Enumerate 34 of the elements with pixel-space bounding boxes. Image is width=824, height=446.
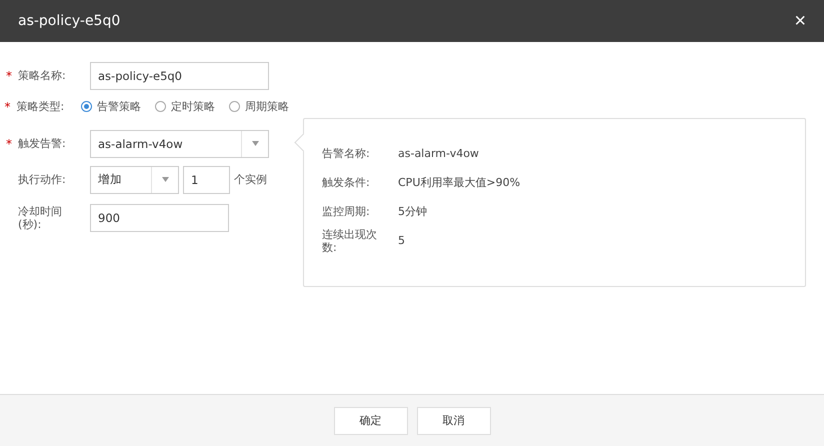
- caret-icon: [162, 177, 168, 182]
- detail-value: 5: [398, 234, 405, 247]
- field-label: 执行动作:: [18, 173, 67, 186]
- detail-value: CPU利用率最大值>90%: [398, 175, 520, 190]
- confirm-button[interactable]: 确定: [334, 406, 408, 434]
- detail-value: 5分钟: [398, 204, 427, 219]
- radio-option[interactable]: 周期策略: [229, 99, 289, 114]
- field-label: 冷却时间 (秒):: [18, 205, 63, 231]
- close-button[interactable]: ×: [794, 11, 806, 31]
- field-label: 触发告警:: [18, 137, 67, 150]
- cancel-button[interactable]: 取消: [416, 406, 490, 434]
- required-mark: *: [4, 100, 12, 114]
- dialog-title: as-policy-e5q0: [18, 13, 120, 29]
- detail-label: 告警名称:: [322, 147, 371, 160]
- field-label: 策略名称:: [18, 69, 67, 82]
- radio-option[interactable]: 定时策略: [155, 99, 215, 114]
- detail-label: 触发条件:: [322, 176, 371, 189]
- radio-option[interactable]: 告警策略: [81, 99, 141, 114]
- text-field[interactable]: as-policy-e5q0: [90, 62, 269, 90]
- text-field[interactable]: 900: [90, 204, 229, 232]
- detail-label: 监控周期:: [322, 205, 371, 218]
- radio-icon[interactable]: [155, 101, 166, 112]
- count-field[interactable]: 1: [183, 166, 230, 194]
- detail-label: 连续出现次数:: [322, 228, 378, 254]
- required-mark: *: [5, 68, 13, 82]
- detail-value: as-alarm-v4ow: [398, 147, 479, 160]
- radio-icon[interactable]: [81, 101, 92, 112]
- caret-icon: [252, 141, 258, 146]
- radio-icon[interactable]: [229, 101, 240, 112]
- unit-label: 个实例: [234, 172, 267, 187]
- alarm-dropdown[interactable]: as-alarm-v4ow: [90, 130, 269, 158]
- action-dropdown[interactable]: 增加: [90, 166, 179, 194]
- field-label: 策略类型:: [16, 100, 66, 113]
- required-mark: *: [5, 136, 13, 150]
